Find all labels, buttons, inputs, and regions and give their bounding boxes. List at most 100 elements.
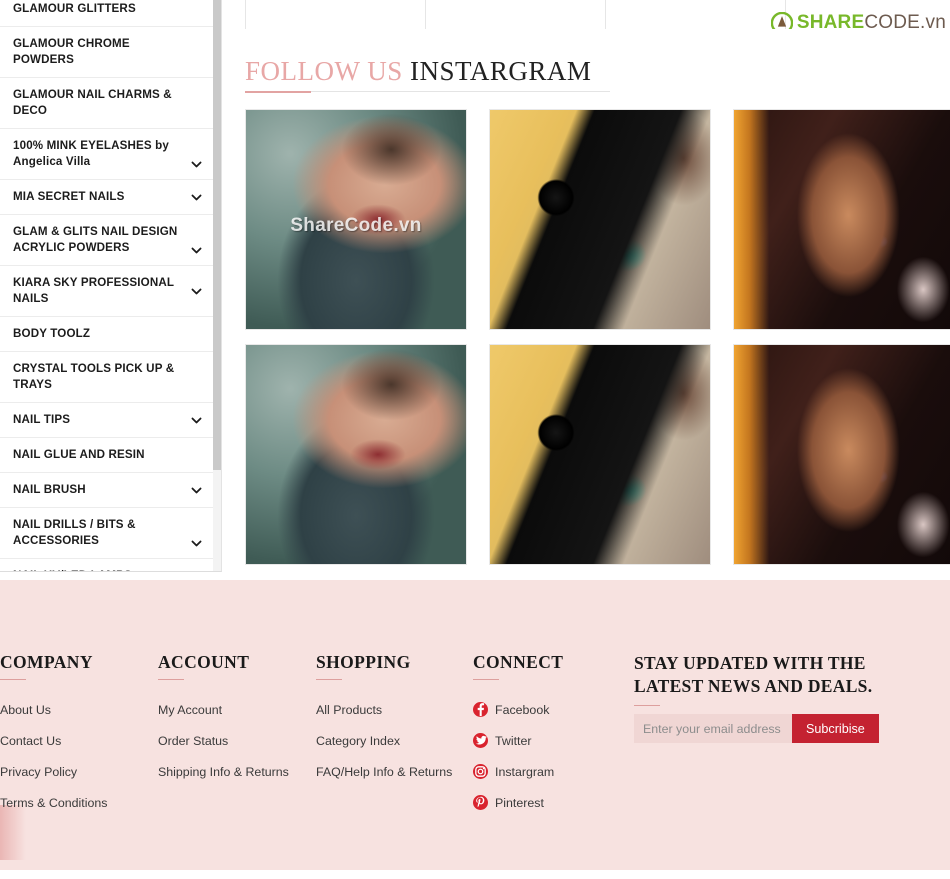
newsletter-title: STAY UPDATED WITH THE LATEST NEWS AND DE…: [634, 652, 904, 712]
footer-link[interactable]: Category Index: [316, 734, 473, 748]
footer-link[interactable]: Order Status: [158, 734, 316, 748]
sidebar-scrollbar-thumb[interactable]: [213, 0, 221, 470]
instagram-photo-image: [246, 110, 466, 329]
footer-link[interactable]: Shipping Info & Returns: [158, 765, 316, 779]
sidebar-item[interactable]: NAIL BRUSH: [0, 473, 215, 508]
instagram-photo-grid: ShareCode.vn: [245, 109, 950, 579]
footer-heading-account: ACCOUNT: [158, 652, 249, 684]
sidebar-item-label: NAIL TIPS: [13, 413, 71, 426]
sidebar-item[interactable]: KIARA SKY PROFESSIONAL NAILS: [0, 266, 215, 317]
sidebar-item[interactable]: GLAM & GLITS NAIL DESIGN ACRYLIC POWDERS: [0, 215, 215, 266]
sidebar-item[interactable]: CRYSTAL TOOLS PICK UP & TRAYS: [0, 352, 215, 403]
instagram-photo-image: [734, 345, 950, 564]
sidebar-item[interactable]: NAIL DRILLS / BITS & ACCESSORIES: [0, 508, 215, 559]
footer-link[interactable]: All Products: [316, 703, 473, 717]
category-sidebar[interactable]: GLAMOUR GLITTERS GLAMOUR CHROME POWDERS GL…: [0, 0, 222, 572]
sidebar-item-label: CRYSTAL TOOLS PICK UP & TRAYS: [13, 362, 175, 391]
footer-link[interactable]: Privacy Policy: [0, 765, 158, 779]
instagram-photo[interactable]: [733, 344, 950, 565]
instagram-photo[interactable]: [489, 344, 711, 565]
footer-heading-connect: CONNECT: [473, 652, 563, 684]
heading-underline: [245, 91, 610, 93]
site-footer: COMPANY About Us Contact Us Privacy Policy…: [0, 580, 950, 870]
account-links: My Account Order Status Shipping Info & Re…: [158, 703, 316, 779]
social-link-label: Twitter: [495, 733, 532, 748]
social-link-label: Pinterest: [495, 795, 544, 810]
footer-column-connect: CONNECT Facebook Twitter Instargram Pintere…: [473, 652, 634, 810]
sidebar-item-label: GLAMOUR NAIL CHARMS & DECO: [13, 88, 172, 117]
footer-heading-company: COMPANY: [0, 652, 93, 684]
column-divider: [605, 0, 606, 29]
sidebar-item-label: GLAM & GLITS NAIL DESIGN ACRYLIC POWDERS: [13, 225, 178, 254]
sidebar-item[interactable]: MIA SECRET NAILS: [0, 180, 215, 215]
sidebar-item-label: NAIL GLUE AND RESIN: [13, 448, 145, 461]
newsletter-form: Subcribise: [634, 714, 950, 743]
twitter-icon: [473, 733, 488, 748]
social-link-instargram[interactable]: Instargram: [473, 764, 634, 779]
social-link-pinterest[interactable]: Pinterest: [473, 795, 634, 810]
social-link-twitter[interactable]: Twitter: [473, 733, 634, 748]
instagram-photo-image: [490, 110, 710, 329]
chevron-down-icon: [190, 285, 203, 298]
company-links: About Us Contact Us Privacy Policy Terms & …: [0, 703, 158, 810]
footer-column-company: COMPANY About Us Contact Us Privacy Policy…: [0, 652, 158, 810]
instagram-photo-row: [245, 344, 950, 565]
sidebar-item-label: MIA SECRET NAILS: [13, 190, 125, 203]
instagram-photo-image: [246, 345, 466, 564]
heading-instagram: INSTARGRAM: [410, 56, 592, 86]
sidebar-item-label: GLAMOUR CHROME POWDERS: [13, 37, 130, 66]
newsletter-subscribe-button[interactable]: Subcribise: [792, 714, 879, 743]
sidebar-item[interactable]: NAIL UV/LED LAMPS: [0, 559, 215, 571]
footer-link[interactable]: Terms & Conditions: [0, 796, 158, 810]
column-divider: [245, 0, 246, 29]
sidebar-item-label: NAIL DRILLS / BITS & ACCESSORIES: [13, 518, 136, 547]
connect-links: Facebook Twitter Instargram Pinterest: [473, 702, 634, 810]
footer-columns: COMPANY About Us Contact Us Privacy Policy…: [0, 652, 950, 810]
footer-link[interactable]: About Us: [0, 703, 158, 717]
footer-link[interactable]: FAQ/Help Info & Returns: [316, 765, 473, 779]
instagram-photo[interactable]: [245, 344, 467, 565]
footer-column-newsletter: STAY UPDATED WITH THE LATEST NEWS AND DE…: [634, 652, 950, 810]
chevron-down-icon: [190, 244, 203, 257]
column-divider: [425, 0, 426, 29]
instagram-photo-image: [490, 345, 710, 564]
instagram-photo[interactable]: ShareCode.vn: [245, 109, 467, 330]
footer-edge-accent: [0, 805, 26, 860]
instagram-photo[interactable]: [733, 109, 950, 330]
sidebar-item[interactable]: NAIL GLUE AND RESIN: [0, 438, 215, 473]
social-link-label: Facebook: [495, 702, 550, 717]
sidebar-item[interactable]: GLAMOUR GLITTERS: [0, 0, 215, 27]
sidebar-item[interactable]: GLAMOUR CHROME POWDERS: [0, 27, 215, 78]
sidebar-item[interactable]: GLAMOUR NAIL CHARMS & DECO: [0, 78, 215, 129]
sidebar-item[interactable]: BODY TOOLZ: [0, 317, 215, 352]
pinterest-icon: [473, 795, 488, 810]
heading-follow-us: FOLLOW US: [245, 56, 403, 86]
footer-column-shopping: SHOPPING All Products Category Index FAQ/H…: [316, 652, 473, 810]
chevron-down-icon: [190, 537, 203, 550]
footer-link[interactable]: Contact Us: [0, 734, 158, 748]
sidebar-item[interactable]: 100% MINK EYELASHES by Angelica Villa: [0, 129, 215, 180]
newsletter-email-input[interactable]: [634, 714, 792, 743]
social-link-label: Instargram: [495, 764, 555, 779]
instagram-section: FOLLOW US INSTARGRAM ShareCode.vn: [222, 29, 950, 580]
instagram-photo-image: [734, 110, 950, 329]
sidebar-item-label: 100% MINK EYELASHES by Angelica Villa: [13, 139, 169, 168]
instagram-photo-row: ShareCode.vn: [245, 109, 950, 330]
page-root: SHARECODE.vn GLAMOUR GLITTERS GLAMOUR CHR…: [0, 0, 950, 879]
sidebar-scrollbar-track[interactable]: [213, 0, 221, 571]
chevron-down-icon: [190, 158, 203, 171]
sidebar-item-label: NAIL BRUSH: [13, 483, 86, 496]
instagram-icon: [473, 764, 488, 779]
sidebar-item-label: BODY TOOLZ: [13, 327, 91, 340]
instagram-photo[interactable]: [489, 109, 711, 330]
shopping-links: All Products Category Index FAQ/Help Info …: [316, 703, 473, 779]
social-link-facebook[interactable]: Facebook: [473, 702, 634, 717]
footer-link[interactable]: My Account: [158, 703, 316, 717]
footer-column-account: ACCOUNT My Account Order Status Shipping I…: [158, 652, 316, 810]
chevron-down-icon: [190, 414, 203, 427]
facebook-icon: [473, 702, 488, 717]
sidebar-item-label: NAIL UV/LED LAMPS: [13, 568, 132, 571]
sidebar-item[interactable]: NAIL TIPS: [0, 403, 215, 438]
page-bottom-strip: [0, 870, 950, 879]
category-list: GLAMOUR GLITTERS GLAMOUR CHROME POWDERS GL…: [0, 0, 215, 571]
